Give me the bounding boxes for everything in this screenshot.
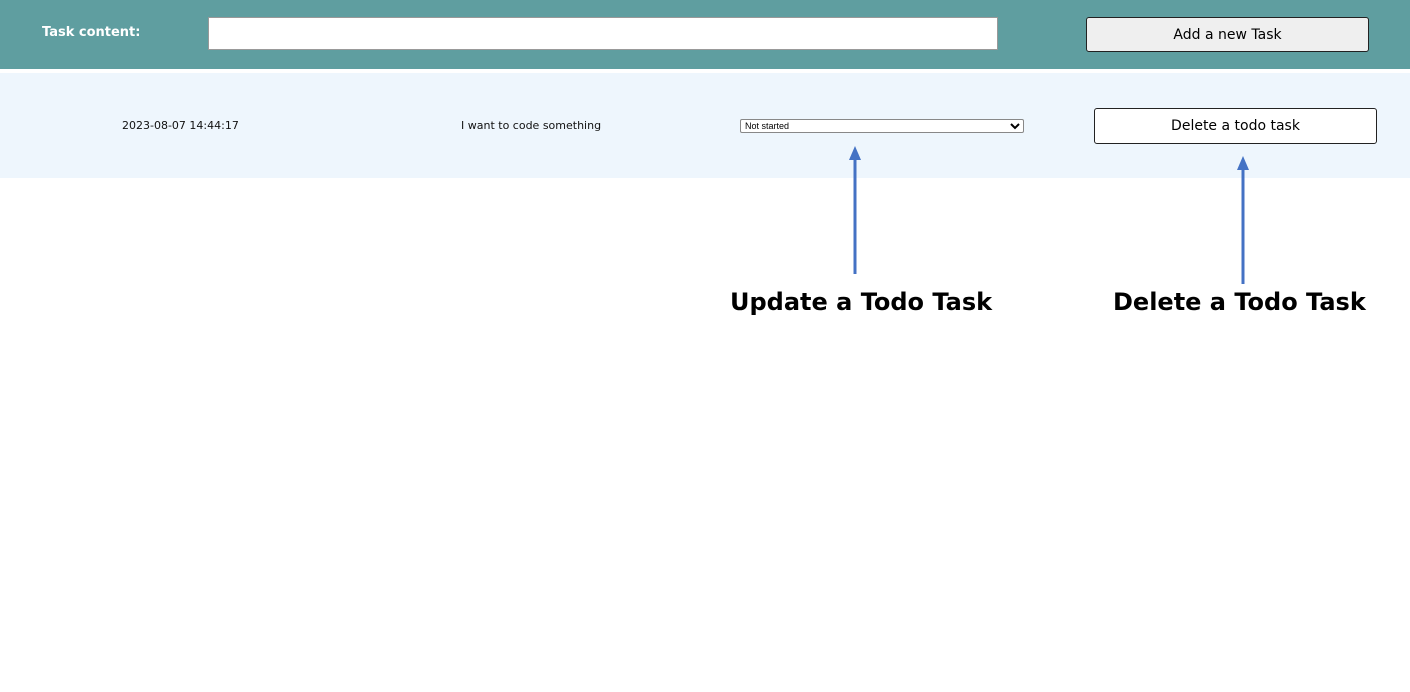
task-status-select[interactable]: Not started (740, 119, 1024, 133)
arrow-up-icon (849, 146, 861, 274)
add-task-button[interactable]: Add a new Task (1086, 17, 1369, 52)
update-annotation: Update a Todo Task (730, 288, 993, 316)
arrow-up-icon (1237, 156, 1249, 284)
task-content-input[interactable] (208, 17, 998, 50)
task-date: 2023-08-07 14:44:17 (122, 119, 239, 132)
delete-task-button[interactable]: Delete a todo task (1094, 108, 1377, 144)
task-row: 2023-08-07 14:44:17 I want to code somet… (0, 73, 1410, 178)
task-content-label: Task content: (42, 25, 141, 40)
delete-annotation: Delete a Todo Task (1113, 288, 1366, 316)
header-bar: Task content: Add a new Task (0, 0, 1410, 69)
task-content: I want to code something (461, 119, 602, 132)
